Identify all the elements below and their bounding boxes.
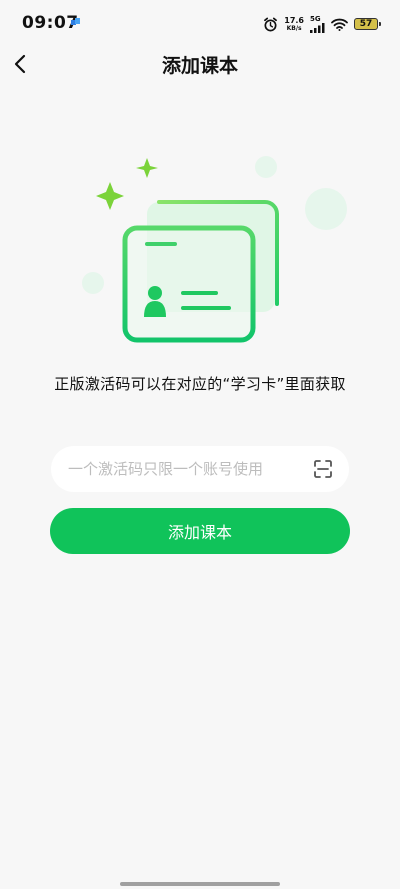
signal-icon [310,22,325,33]
net-speed: 17.6 KB/s [284,15,304,32]
activation-hint: 正版激活码可以在对应的“学习卡”里面获取 [54,375,346,393]
net-speed-unit: KB/s [286,24,302,32]
scan-icon[interactable] [313,459,333,479]
activation-code-field[interactable] [51,446,349,492]
home-indicator[interactable] [120,882,280,886]
network-type: 5G [310,14,321,23]
wifi-icon [331,18,348,31]
activation-code-input[interactable] [68,460,288,478]
status-icons: 17.6 KB/s 5G 57 [263,13,381,35]
battery-icon: 57 [354,18,381,30]
cellular: 5G [310,14,325,33]
add-textbook-button[interactable]: 添加课本 [50,508,350,554]
nav-bar: 添加课本 [0,44,400,84]
page-title: 添加课本 [161,55,238,77]
net-speed-value: 17.6 [284,15,304,25]
study-card-illustration [82,156,347,343]
status-bar: 09:07 17.6 KB/s 5G 57 [0,0,400,46]
alarm-icon [264,17,278,31]
app-notification-icon [71,18,80,25]
